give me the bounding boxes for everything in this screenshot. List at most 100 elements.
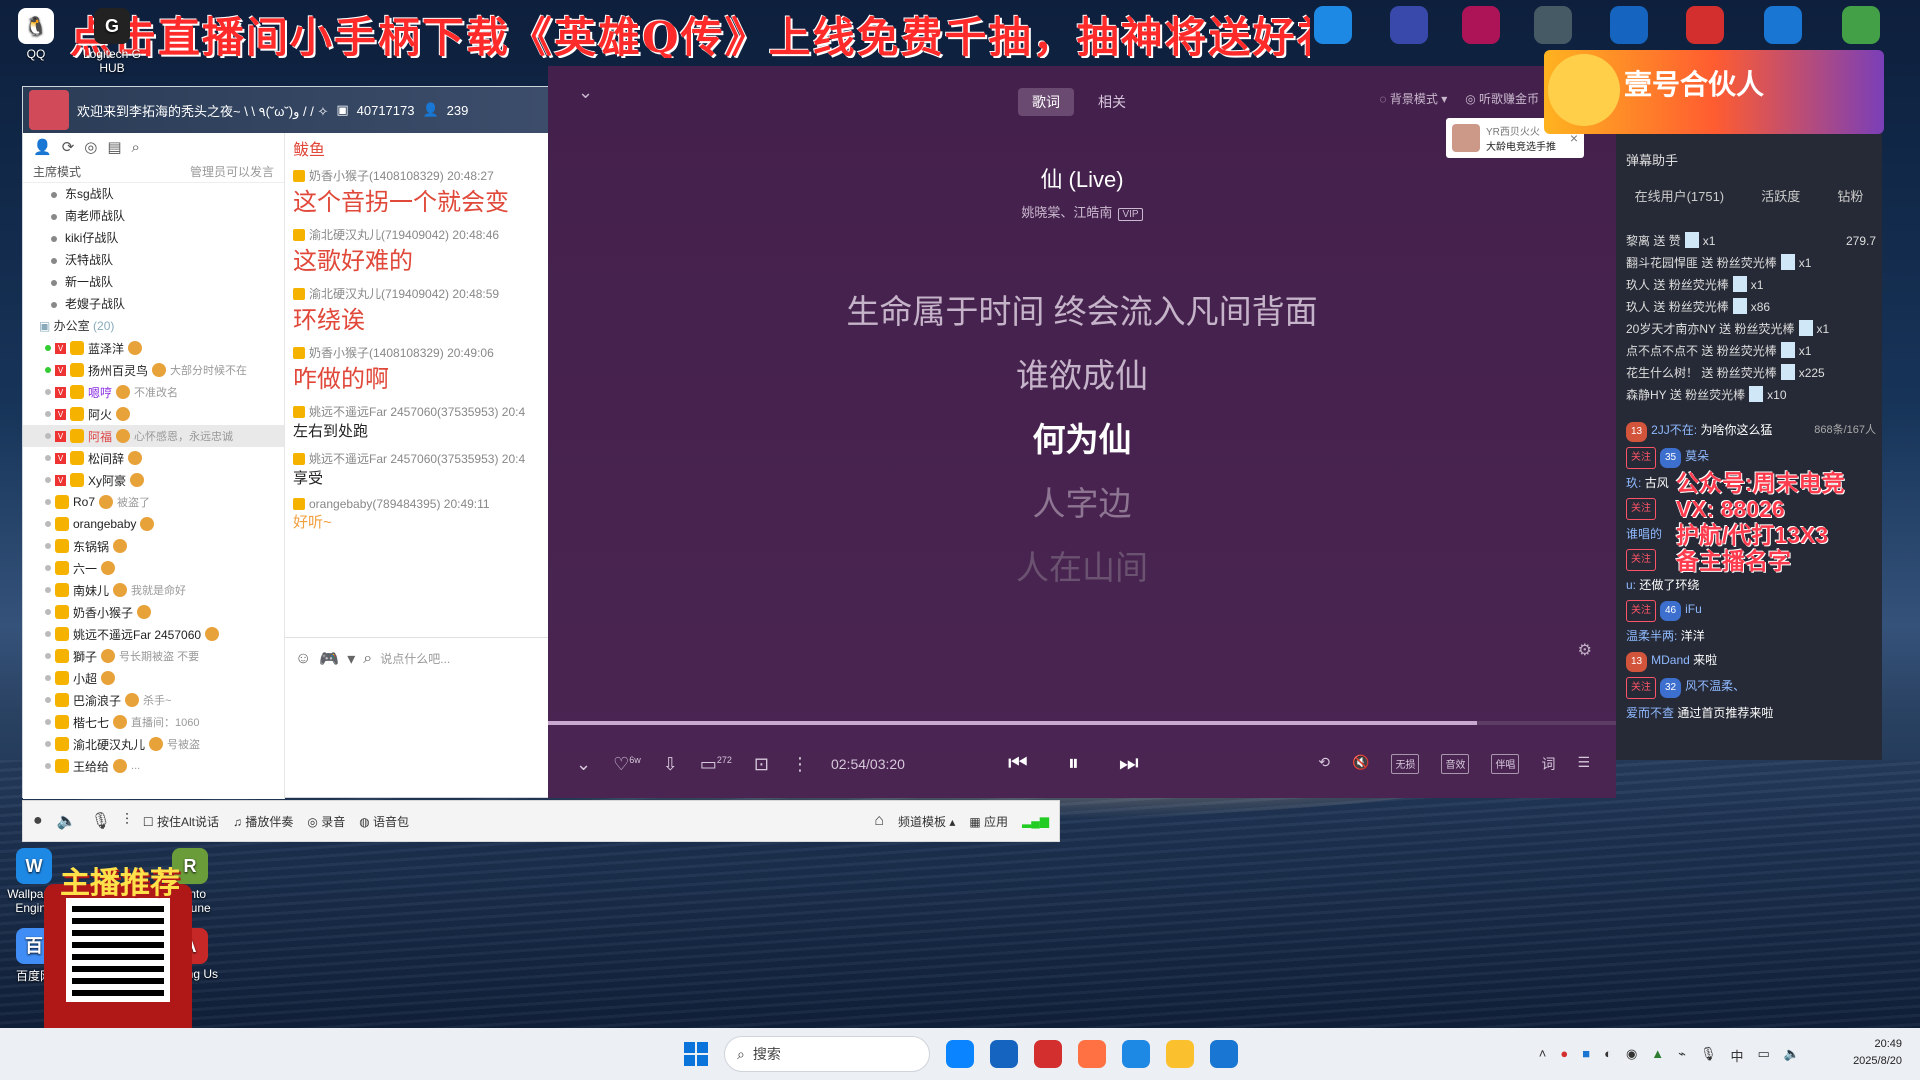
user-icon[interactable]: 👤 — [33, 138, 52, 156]
more-icon[interactable]: ⋮ — [791, 754, 809, 775]
gamepad-icon[interactable]: 🎮 — [319, 649, 339, 669]
steam-icon[interactable]: ◉ — [1626, 1046, 1637, 1065]
previous-track-icon[interactable]: ⏮ — [1008, 750, 1028, 776]
danmaku-user[interactable]: 玖: — [1626, 476, 1641, 490]
message-meta[interactable]: 姚远不遥远Far 2457060(37535953) 20:4 — [293, 403, 543, 420]
channel-group[interactable]: kiki仔战队 — [23, 227, 284, 249]
user-row[interactable]: 东锅锅 — [23, 535, 284, 557]
progress-bar[interactable] — [548, 721, 1616, 725]
user-row[interactable]: V 嗯哼 不准改名 — [23, 381, 284, 403]
backing-vocal-button[interactable]: 伴唱 — [1491, 754, 1520, 774]
message-meta[interactable]: 奶香小猴子(1408108329) 20:48:27 — [293, 167, 543, 184]
speaker-icon[interactable]: 🔈 — [57, 811, 77, 831]
apps-button[interactable]: ▦ 应用 — [969, 813, 1008, 830]
desktop-app-icon-2[interactable] — [1390, 6, 1428, 44]
sound-effect-button[interactable]: 音效 — [1441, 754, 1470, 774]
windows-start-icon[interactable] — [684, 1042, 708, 1066]
follow-button[interactable]: 关注 — [1626, 549, 1656, 571]
push-to-talk-checkbox[interactable]: ☐ 按住Alt说话 — [143, 813, 219, 830]
volume-icon[interactable]: 🔈 — [1784, 1046, 1800, 1065]
danmaku-user[interactable]: 2JJ不在: — [1651, 423, 1697, 437]
user-row[interactable]: 六一 — [23, 557, 284, 579]
chat-input[interactable]: 说点什么吧... — [380, 650, 450, 667]
desktop-app-icon-3[interactable] — [1462, 6, 1500, 44]
danmaku-user[interactable]: 风不温柔、 — [1685, 679, 1745, 693]
desktop-app-icon-4[interactable] — [1534, 6, 1572, 44]
voice-pack-button[interactable]: ◍ 语音包 — [359, 813, 409, 830]
taskbar-app-icon-1[interactable] — [990, 1040, 1018, 1068]
search-icon[interactable]: ⌕ — [363, 650, 372, 668]
ime-indicator[interactable]: 中 — [1731, 1046, 1744, 1065]
danmaku-user[interactable]: 爱而不查 — [1626, 706, 1674, 720]
user-row[interactable]: V Xy阿豪 — [23, 469, 284, 491]
chevron-up-icon[interactable]: ˄ — [1539, 1046, 1547, 1065]
tray-app-icon[interactable]: ■ — [1582, 1046, 1590, 1065]
yy-taskbar-icon[interactable] — [1166, 1040, 1194, 1068]
channel-group[interactable]: 老嫂子战队 — [23, 293, 284, 315]
mic-icon[interactable]: 🎙 — [91, 811, 111, 831]
background-mode-button[interactable]: ◌ 背景模式 ▾ — [1379, 90, 1447, 107]
follow-button[interactable]: 关注 — [1626, 600, 1656, 622]
record-button[interactable]: ◎ 录音 — [307, 813, 345, 830]
tab-activity[interactable]: 活跃度 — [1761, 186, 1800, 205]
follow-button[interactable]: 关注 — [1626, 447, 1656, 469]
channel-group[interactable]: 南老师战队 — [23, 205, 284, 227]
user-row[interactable]: 南妹儿 我就是命好 — [23, 579, 284, 601]
danmaku-user[interactable]: 莫朵 — [1685, 449, 1709, 463]
user-row[interactable]: 小超 — [23, 667, 284, 689]
message-meta[interactable]: 奶香小猴子(1408108329) 20:49:06 — [293, 344, 543, 361]
refresh-icon[interactable]: ⟳ — [62, 138, 75, 156]
tab-related[interactable]: 相关 — [1084, 88, 1140, 116]
taskbar-search[interactable]: ⌕ 搜索 — [724, 1036, 930, 1072]
user-row[interactable]: V 阿福 心怀感恩，永远忠诚 — [23, 425, 284, 447]
user-row[interactable]: Ro7 被盗了 — [23, 491, 284, 513]
earn-coins-button[interactable]: ◎ 听歌赚金币 — [1465, 90, 1539, 107]
office-channel[interactable]: ▣ 办公室 (20) — [23, 315, 284, 337]
emoji-icon[interactable]: ☺ — [295, 650, 311, 668]
taskbar-clock[interactable]: 20:49 2025/8/20 — [1853, 1036, 1902, 1070]
lyric-settings-icon[interactable]: ⚙ — [1578, 640, 1592, 660]
danmaku-user[interactable]: iFu — [1685, 602, 1702, 616]
channel-group[interactable]: 沃特战队 — [23, 249, 284, 271]
comment-icon[interactable]: ▭272 — [700, 754, 732, 775]
user-row[interactable]: 巴渝浪子 杀手~ — [23, 689, 284, 711]
collapse-icon[interactable]: ⌄ — [578, 82, 593, 103]
tab-online-users[interactable]: 在线用户(1751) — [1635, 186, 1725, 205]
user-row[interactable]: 姚远不遥远Far 2457060 — [23, 623, 284, 645]
playlist-icon[interactable]: ☰ — [1577, 754, 1590, 774]
desktop-app-icon-1[interactable] — [1314, 6, 1352, 44]
user-row[interactable]: V 扬州百灵鸟 大部分时候不在 — [23, 359, 284, 381]
netease-desktop-icon[interactable] — [1686, 6, 1724, 44]
search-icon[interactable]: ⌕ — [132, 139, 140, 156]
message-meta[interactable]: orangebaby(789484395) 20:49:11 — [293, 497, 543, 511]
desktop-icon-qq[interactable]: 🐧 QQ — [4, 8, 68, 61]
template-dropdown[interactable]: 频道模板 ▴ — [898, 813, 955, 830]
mic-icon[interactable]: 🎙 — [1700, 1046, 1717, 1065]
tab-lyrics[interactable]: 歌词 — [1018, 88, 1074, 116]
user-row[interactable]: orangebaby — [23, 513, 284, 535]
message-meta[interactable]: 渝北硬汉丸儿(719409042) 20:48:59 — [293, 285, 543, 302]
song-artists[interactable]: 姚晓棠、江皓南 — [1021, 205, 1112, 220]
mode-dropdown[interactable]: 主席模式 — [33, 163, 81, 180]
promo-banner-top-right[interactable]: 壹号合伙人 — [1544, 50, 1884, 134]
follow-button[interactable]: 关注 — [1626, 498, 1656, 520]
user-row[interactable]: V 阿火 — [23, 403, 284, 425]
next-track-icon[interactable]: ⏭ — [1119, 750, 1139, 776]
home-icon[interactable]: ⌂ — [874, 812, 884, 830]
follow-button[interactable]: 关注 — [1626, 677, 1656, 699]
download-icon[interactable]: ⇩ — [663, 754, 678, 775]
user-row[interactable]: 王给给... — [23, 755, 284, 777]
user-row[interactable]: V 松间辞 — [23, 447, 284, 469]
tray-app-icon[interactable]: ▲ — [1651, 1046, 1664, 1065]
mixer-icon[interactable]: ⫶ — [125, 812, 129, 830]
repeat-icon[interactable]: ⟲ — [1318, 754, 1330, 774]
edge-taskbar-icon[interactable] — [946, 1040, 974, 1068]
channel-group[interactable]: 新一战队 — [23, 271, 284, 293]
lyrics-view[interactable]: 生命属于时间 终会流入凡间背面 谁欲成仙 何为仙 人字边 人在山间 — [548, 280, 1616, 600]
lossless-button[interactable]: 无损 — [1391, 754, 1420, 774]
avatar-icon[interactable]: ● — [33, 812, 43, 830]
desktop-app-icon-5[interactable] — [1764, 6, 1802, 44]
qr-code-promo[interactable] — [44, 884, 192, 1036]
location-icon[interactable]: ◎ — [84, 138, 97, 156]
chevron-down-icon[interactable]: ▾ — [347, 649, 355, 669]
